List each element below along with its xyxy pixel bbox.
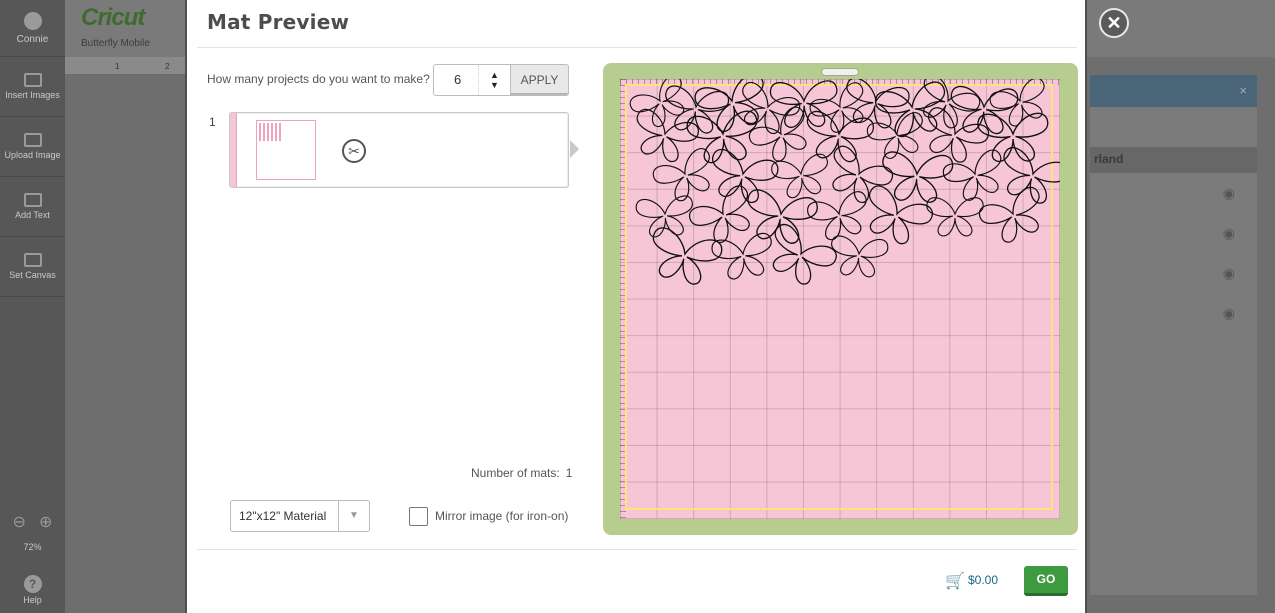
mat-number: 1 <box>209 115 216 129</box>
shirt-icon <box>23 252 42 267</box>
butterfly-shape[interactable] <box>941 148 1011 206</box>
butterfly-shape[interactable] <box>770 153 832 201</box>
butterfly-shape[interactable] <box>769 80 838 129</box>
chevron-down-icon: ▼ <box>349 510 359 521</box>
cutting-mat <box>603 63 1078 535</box>
stepper-arrows[interactable]: ▲ ▼ <box>479 65 510 95</box>
project-name: Butterfly Mobile <box>81 38 150 49</box>
quantity-stepper: 6 ▲ ▼ APPLY <box>433 64 569 96</box>
upload-image-label: Upload Image <box>4 149 61 160</box>
zoom-in-icon[interactable]: ⊕ <box>39 512 52 532</box>
mat-thumbnail <box>256 120 316 180</box>
insert-images-label: Insert Images <box>5 89 60 100</box>
mat-grid <box>620 79 1060 519</box>
butterfly-shape[interactable] <box>759 221 839 292</box>
mirror-checkbox[interactable] <box>409 507 428 526</box>
quantity-input[interactable]: 6 <box>434 65 479 95</box>
butterfly-shape[interactable] <box>651 146 722 207</box>
go-button[interactable]: GO <box>1024 566 1068 596</box>
butterfly-shape[interactable] <box>711 232 776 281</box>
number-of-mats-value: 1 <box>565 466 573 480</box>
divider <box>197 549 1077 550</box>
arrow-up-icon[interactable]: ▲ <box>490 70 499 80</box>
arrow-down-icon[interactable]: ▼ <box>490 80 499 90</box>
number-of-mats-label: Number of mats: <box>471 466 560 480</box>
upload-image-button[interactable]: Upload Image <box>0 117 65 177</box>
scissors-icon: ✂ <box>342 139 366 163</box>
butterfly-shape[interactable] <box>829 235 889 278</box>
butterfly-shape[interactable] <box>988 79 1054 131</box>
butterfly-shape[interactable] <box>628 107 701 167</box>
cricut-logo: Cricut <box>81 4 145 31</box>
left-toolbar: Connie Insert Images Upload Image Add Te… <box>0 0 65 613</box>
divider <box>197 47 1077 48</box>
eye-icon[interactable]: ◉ <box>1090 253 1257 293</box>
butterfly-shape[interactable] <box>742 189 818 247</box>
canvas-ruler: 1 2 <box>65 57 185 75</box>
apply-button[interactable]: APPLY <box>510 65 568 95</box>
close-icon[interactable]: ✕ <box>1099 8 1129 38</box>
layers-panel: × rland ◉ ◉ ◉ ◉ <box>1090 75 1257 595</box>
quantity-question: How many projects do you want to make? <box>207 72 430 86</box>
butterfly-shape[interactable] <box>977 112 1049 163</box>
help-button[interactable]: ? Help <box>0 575 65 605</box>
butterfly-shape[interactable] <box>635 195 695 238</box>
ruler-tick: 1 <box>115 62 120 71</box>
help-icon: ? <box>23 575 42 593</box>
mat-preview-dialog: Mat Preview How many projects do you wan… <box>185 0 1087 613</box>
add-text-label: Add Text <box>15 209 50 220</box>
user-menu[interactable]: Connie <box>0 0 65 57</box>
eye-icon[interactable]: ◉ <box>1090 173 1257 213</box>
price: $0.00 <box>968 573 999 587</box>
butterfly-shape[interactable] <box>993 145 1060 209</box>
number-of-mats: Number of mats: 1 <box>471 466 572 480</box>
butterfly-shape[interactable] <box>880 151 954 203</box>
butterfly-shape[interactable] <box>627 79 695 134</box>
text-icon <box>23 192 42 207</box>
butterfly-shape[interactable] <box>705 148 780 207</box>
ruler-tick: 2 <box>165 62 170 71</box>
butterfly-shape[interactable] <box>926 197 984 237</box>
dialog-title: Mat Preview <box>207 10 350 34</box>
layers-panel-close[interactable]: × <box>1090 75 1257 107</box>
layers-group-name: rland <box>1090 147 1257 173</box>
butterfly-designs[interactable] <box>620 79 1060 519</box>
eye-icon[interactable]: ◉ <box>1090 293 1257 333</box>
image-icon <box>23 72 42 87</box>
zoom-controls: ⊖ ⊕ 72% <box>0 512 65 552</box>
selected-mat-arrow-icon <box>570 140 579 158</box>
material-size-select[interactable]: 12"x12" Material ▼ <box>230 500 370 532</box>
mat-hanger <box>821 68 859 76</box>
zoom-level: 72% <box>23 542 42 552</box>
mirror-label[interactable]: Mirror image (for iron-on) <box>435 509 568 523</box>
butterfly-shape[interactable] <box>949 85 1019 135</box>
set-canvas-button[interactable]: Set Canvas <box>0 237 65 297</box>
design-thumbnail <box>259 123 283 141</box>
eye-icon[interactable]: ◉ <box>1090 213 1257 253</box>
add-text-button[interactable]: Add Text <box>0 177 65 237</box>
material-size-value: 12"x12" Material <box>231 501 339 531</box>
zoom-out-icon[interactable]: ⊖ <box>13 512 26 532</box>
cart-icon: 🛒 <box>945 573 965 590</box>
mat-card[interactable]: ✂ <box>229 112 569 188</box>
set-canvas-label: Set Canvas <box>9 269 56 280</box>
user-name: Connie <box>16 33 49 45</box>
help-label: Help <box>23 595 42 605</box>
insert-images-button[interactable]: Insert Images <box>0 57 65 117</box>
user-avatar-icon <box>23 11 42 30</box>
butterfly-shape[interactable] <box>645 226 724 289</box>
upload-icon <box>23 132 42 147</box>
mat-color-stripe <box>230 113 237 187</box>
